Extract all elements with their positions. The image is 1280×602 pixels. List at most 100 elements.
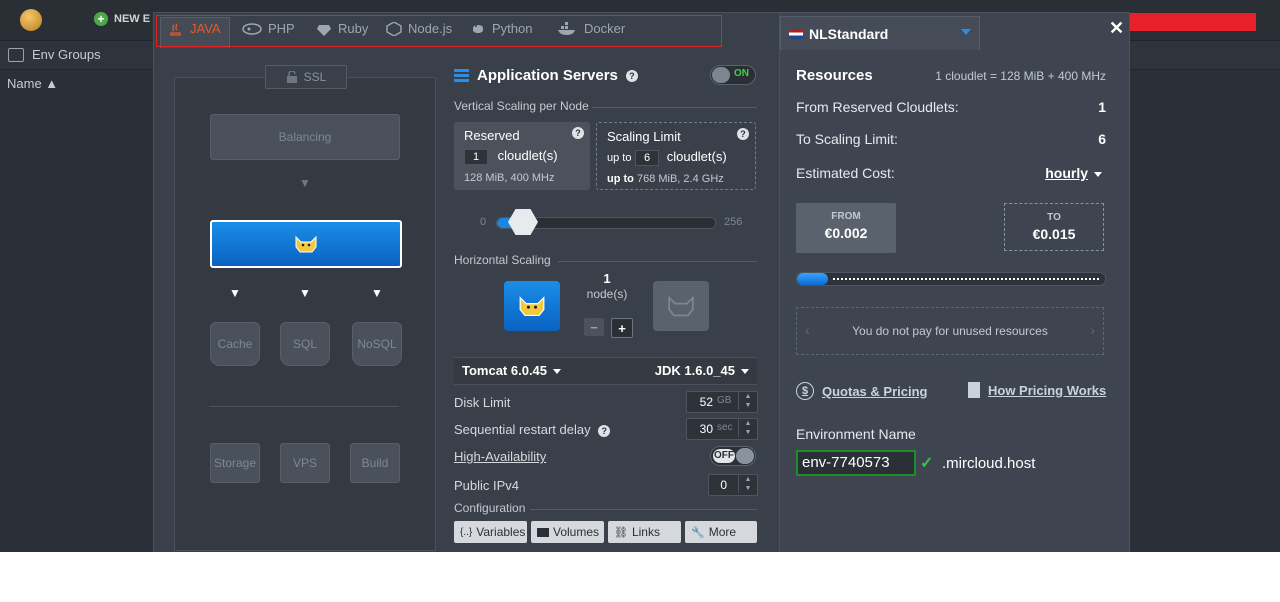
- app-servers-toggle[interactable]: ON: [710, 65, 756, 85]
- topology-panel: SSL Balancing ▼ ▼ ▼ ▼ Cache SQL NoSQL St…: [174, 65, 436, 551]
- volumes-label: Volumes: [553, 525, 600, 539]
- chevron-right-icon[interactable]: ›: [1090, 322, 1095, 338]
- cache-node[interactable]: Cache: [210, 322, 260, 366]
- links-button[interactable]: ⛓ Links: [608, 521, 681, 543]
- node-count: 1: [603, 271, 611, 286]
- tab-ruby-label: Ruby: [338, 21, 369, 36]
- tomcat-node-active[interactable]: [504, 281, 560, 331]
- wrench-icon: 🔧: [691, 526, 705, 539]
- reserved-cloudlets-value: 1: [1098, 99, 1106, 115]
- cost-to-box: TO €0.015: [1004, 203, 1104, 251]
- stepper-arrows-icon[interactable]: ▲ ▼: [738, 419, 757, 437]
- volumes-button[interactable]: Volumes: [531, 521, 604, 543]
- reserved-cloudlets-input[interactable]: 1: [464, 148, 488, 165]
- disk-limit-unit: GB: [717, 395, 732, 406]
- quotas-pricing-link[interactable]: $ Quotas & Pricing: [796, 382, 927, 400]
- unused-resources-text: You do not pay for unused resources: [852, 324, 1048, 338]
- limit-specs: 768 MiB, 2.4 GHz: [636, 173, 724, 185]
- disk-limit-label: Disk Limit: [454, 395, 511, 410]
- slider-handle[interactable]: [508, 209, 538, 235]
- chevron-left-icon[interactable]: ‹: [805, 322, 810, 338]
- tab-php[interactable]: PHP: [242, 21, 295, 36]
- domain-suffix: .mircloud.host: [942, 455, 1036, 472]
- stepper-arrows-icon[interactable]: ▲ ▼: [738, 475, 757, 493]
- restart-delay-label: Sequential restart delay ?: [454, 422, 611, 437]
- disk-limit-input[interactable]: 52 GB ▲ ▼: [686, 391, 758, 413]
- stepper-arrows-icon[interactable]: ▲ ▼: [738, 392, 757, 410]
- tab-python[interactable]: Python: [470, 21, 532, 36]
- tab-docker[interactable]: Docker: [556, 21, 625, 36]
- env-name-label: Environment Name: [796, 426, 916, 442]
- vps-label: VPS: [292, 456, 317, 470]
- cost-range-bar: [796, 272, 1106, 286]
- region-selector[interactable]: NLStandard: [780, 16, 980, 50]
- slider-max: 256: [724, 216, 743, 228]
- env-name-input[interactable]: env-7740573: [796, 450, 916, 476]
- jdk-version-dropdown[interactable]: JDK 1.6.0_45: [655, 363, 749, 378]
- tab-php-label: PHP: [268, 21, 295, 36]
- vps-node[interactable]: VPS: [280, 443, 330, 483]
- reserved-unit: cloudlet(s): [497, 148, 558, 163]
- ssl-button[interactable]: SSL: [265, 65, 347, 89]
- divider: [209, 406, 399, 407]
- high-availability-link[interactable]: High-Availability: [454, 449, 546, 464]
- resources-header: Resources 1 cloudlet = 128 MiB + 400 MHz: [796, 67, 1106, 84]
- resources-title: Resources: [796, 67, 873, 84]
- tomcat-node-placeholder[interactable]: [653, 281, 709, 331]
- tab-ruby[interactable]: Ruby: [316, 21, 368, 36]
- variables-icon: {..}: [460, 526, 473, 538]
- tab-nodejs-label: Node.js: [408, 21, 453, 36]
- unused-resources-note: ‹ You do not pay for unused resources ›: [796, 307, 1104, 355]
- help-icon[interactable]: ?: [572, 127, 584, 139]
- divider: [558, 261, 757, 262]
- how-pricing-works-link[interactable]: How Pricing Works: [968, 382, 1106, 398]
- tab-nodejs[interactable]: Node.js: [386, 21, 452, 36]
- tomcat-icon: [295, 235, 317, 253]
- server-version: Tomcat 6.0.45: [462, 363, 548, 378]
- estimated-cost-row: Estimated Cost: hourly: [796, 165, 1106, 181]
- balancing-node[interactable]: Balancing: [210, 114, 400, 160]
- document-icon: [968, 382, 980, 398]
- env-groups-button[interactable]: Env Groups: [8, 47, 101, 62]
- scaling-limit-value: 6: [1098, 131, 1106, 147]
- tab-java[interactable]: JAVA: [168, 21, 221, 36]
- scaling-limit-input[interactable]: 6: [635, 149, 660, 166]
- help-icon[interactable]: ?: [598, 425, 611, 437]
- limit-prefix: up to: [607, 152, 632, 164]
- sql-node[interactable]: SQL: [280, 322, 330, 366]
- more-button[interactable]: 🔧 More: [685, 521, 757, 543]
- node-unit: node(s): [586, 287, 628, 301]
- build-node[interactable]: Build: [350, 443, 400, 483]
- plus-icon: +: [94, 12, 108, 26]
- java-icon: [170, 23, 181, 36]
- chevron-down-icon: [741, 369, 749, 375]
- storage-node[interactable]: Storage: [210, 443, 260, 483]
- high-availability-toggle[interactable]: OFF: [710, 446, 756, 466]
- topology-wizard-dialog: JAVA PHP Ruby Node.js Python Docker SSL: [153, 12, 1130, 552]
- tomcat-node-selected[interactable]: [210, 220, 402, 268]
- check-icon: ✓: [920, 455, 934, 472]
- quotas-pricing-label: Quotas & Pricing: [822, 383, 928, 399]
- chevron-down-icon: [961, 29, 971, 35]
- restart-delay-input[interactable]: 30 sec ▲ ▼: [686, 418, 758, 440]
- restart-delay-unit: sec: [717, 422, 733, 433]
- remove-node-button[interactable]: −: [584, 318, 604, 336]
- close-icon[interactable]: ✕: [1109, 18, 1124, 39]
- sql-label: SQL: [292, 337, 317, 351]
- variables-button[interactable]: {..} Variables: [454, 521, 527, 543]
- reserved-cloudlets-box: Reserved ? 1 cloudlet(s) 128 MiB, 400 MH…: [454, 122, 590, 190]
- server-version-dropdown[interactable]: Tomcat 6.0.45: [462, 363, 562, 378]
- new-environment-button[interactable]: + NEW E: [94, 12, 150, 26]
- cost-period-dropdown[interactable]: hourly: [1045, 165, 1102, 181]
- help-icon[interactable]: ?: [625, 69, 638, 82]
- reserved-cloudlets-row: From Reserved Cloudlets: 1: [796, 99, 1106, 115]
- storage-label: Storage: [213, 456, 257, 470]
- public-ipv4-input[interactable]: 0 ▲ ▼: [708, 474, 758, 496]
- scaling-limit-row: To Scaling Limit: 6: [796, 131, 1106, 147]
- cost-range-dots: [833, 278, 1099, 280]
- python-icon: [473, 24, 483, 33]
- add-node-button[interactable]: +: [611, 318, 633, 338]
- nosql-node[interactable]: NoSQL: [352, 322, 402, 366]
- help-icon[interactable]: ?: [737, 128, 749, 140]
- name-column-header[interactable]: Name ▲: [7, 76, 58, 91]
